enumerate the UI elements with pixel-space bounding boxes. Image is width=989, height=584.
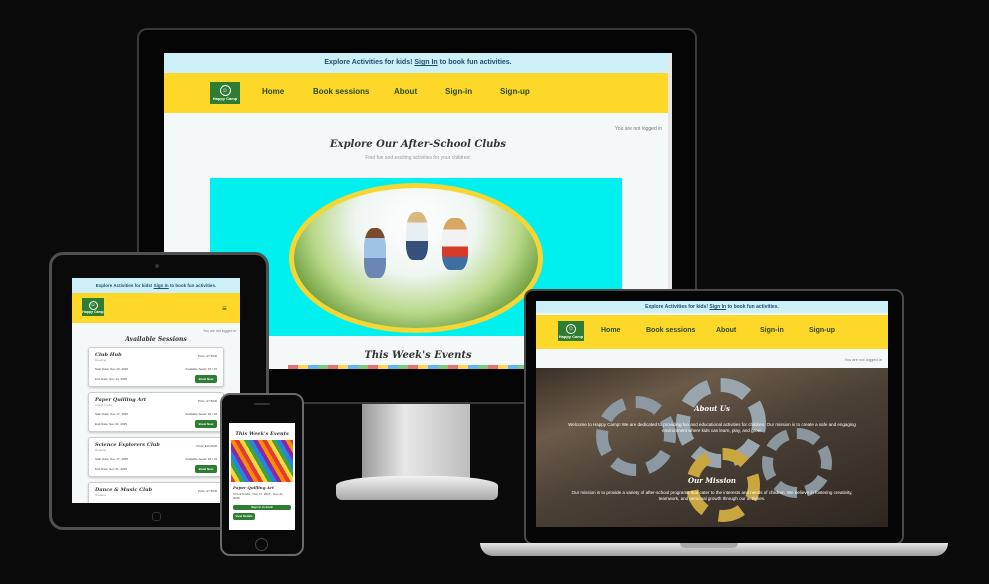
notice-signin-link[interactable]: Sign In [154,283,169,288]
smiley-icon: ☺ [219,85,231,96]
event-image [231,440,293,482]
laptop-notice-bar: Explore Activities for kids! Sign In to … [536,301,888,313]
session-category: Arts & Crafts [95,403,113,407]
nav-home[interactable]: Home [262,87,284,96]
about-text: Welcome to Happy Camp! We are dedicated … [568,422,856,433]
tablet-screen: Explore Activities for kids! Sign In to … [72,278,240,503]
nav-book-sessions[interactable]: Book sessions [646,327,695,334]
notice-prefix: Explore Activities for kids! [324,59,413,66]
notice-suffix: to book fun activities. [169,283,217,288]
session-end: End Date: Nov 14, 2025 [95,377,128,381]
tablet-camera [155,264,159,268]
nav-about[interactable]: About [394,87,417,96]
notice-signin-link[interactable]: Sign In [709,304,726,310]
site-logo[interactable]: ☺ Happy Camp [558,321,584,341]
book-now-button[interactable]: Book Now [195,465,217,473]
session-spots: Available Seats: 10 / 10 [185,412,217,416]
login-status: You are not logged in [203,329,236,333]
laptop-screen: Explore Activities for kids! Sign In to … [536,301,888,527]
sessions-heading: Available Sessions [125,336,187,343]
event-name: Paper Quilling Art [233,485,274,490]
tablet-home-button[interactable] [152,512,161,521]
events-strip [288,365,548,369]
site-logo[interactable]: ☺ Happy Camp [82,298,104,316]
phone-events-heading: This Week's Events [235,431,289,437]
laptop-navbar: ☺ Happy Camp Home Book sessions About Si… [536,315,888,349]
book-now-button[interactable]: Book Now [195,420,217,428]
tablet-navbar: ☺ Happy Camp ≡ [72,293,240,323]
about-section: About Us Welcome to Happy Camp! We are d… [536,368,888,527]
hamburger-icon[interactable]: ≡ [222,304,227,313]
notice-suffix: to book fun activities. [439,59,512,66]
child-figure-2 [406,212,428,260]
session-spots: Available Seats: 15 / 15 [185,367,217,371]
session-category: Reading [95,448,107,452]
phone-home-button[interactable] [255,538,268,551]
gear-icon [686,448,760,522]
session-price: Price: £10.00/D [196,444,217,448]
about-heading: About Us [694,404,730,413]
hero-photo-frame [289,183,543,333]
notice-prefix: Explore Activities for kids! [645,304,709,310]
session-price: Price: £7.50/D [197,354,217,358]
phone-speaker [254,403,270,405]
session-end: End Date: Nov 21, 2025 [95,422,128,426]
nav-signin[interactable]: Sign-in [445,87,472,96]
laptop-notch [680,543,738,548]
monitor-stand-neck [362,402,470,480]
smiley-icon: ☺ [88,300,98,310]
session-price: Price: £7.50/D [197,399,217,403]
child-figure-3 [442,218,468,270]
smiley-icon: ☺ [566,323,576,334]
session-spots: Available Seats: 15 / 15 [185,457,217,461]
event-meta: Arts & Crafts · Nov 17, 2025 - Nov 21, 2… [233,492,284,500]
mission-heading: Our Mission [687,476,737,485]
notice-suffix: to book fun activities. [727,304,779,310]
monitor-stand-base [336,476,498,500]
nav-signin[interactable]: Sign-in [760,327,784,334]
phone-screen: This Week's Events Paper Quilling Art Ar… [229,423,295,530]
nav-book-sessions[interactable]: Book sessions [313,87,369,96]
session-category: Creative [95,493,107,497]
navbar: ☺ Happy Camp Home Book sessions About Si… [164,73,672,113]
session-card: Dance & Music Club Creative Price: £7.50… [88,482,224,503]
login-status: You are not logged in [844,357,882,362]
session-price: Price: £7.50/D [197,489,217,493]
child-figure-1 [364,228,386,278]
session-end: End Date: Nov 21, 2025 [95,467,128,471]
view-details-button[interactable]: View Details [233,513,255,520]
session-card: Club Hub Reading Price: £7.50/D Start Da… [88,347,224,387]
book-now-button[interactable]: Book Now [195,375,217,383]
site-logo[interactable]: ☺ Happy Camp [210,82,240,104]
tablet-notice-bar: Explore Activities for kids! Sign In to … [72,278,240,293]
page-subheading: Find fun and exciting activities for you… [365,155,471,161]
notice-signin-link[interactable]: Sign In [414,59,437,66]
session-start: Start Date: Nov 10, 2025 [95,367,129,371]
nav-signup[interactable]: Sign-up [500,87,530,96]
mission-text: Our mission is to provide a variety of a… [571,490,853,501]
notice-bar: Explore Activities for kids! Sign In to … [164,53,672,73]
session-category: Reading [95,358,107,362]
page-heading: Explore Our After-School Clubs [329,139,507,150]
signin-to-book-button[interactable]: Sign in to book [233,505,291,510]
notice-prefix: Explore Activities for kids! [95,283,153,288]
session-start: Start Date: Nov 17, 2025 [95,457,129,461]
logo-text: Happy Camp [212,96,238,101]
session-card: Paper Quilling Art Arts & Crafts Price: … [88,392,224,432]
nav-signup[interactable]: Sign-up [809,327,835,334]
session-card: Science Explorers Club Reading Price: £1… [88,437,224,477]
login-status: You are not logged in [614,126,662,132]
nav-home[interactable]: Home [601,327,620,334]
nav-about[interactable]: About [716,327,736,334]
logo-text: Happy Camp [82,309,104,314]
gear-icon [762,428,832,498]
session-start: Start Date: Nov 17, 2025 [95,412,129,416]
logo-text: Happy Camp [558,333,584,339]
